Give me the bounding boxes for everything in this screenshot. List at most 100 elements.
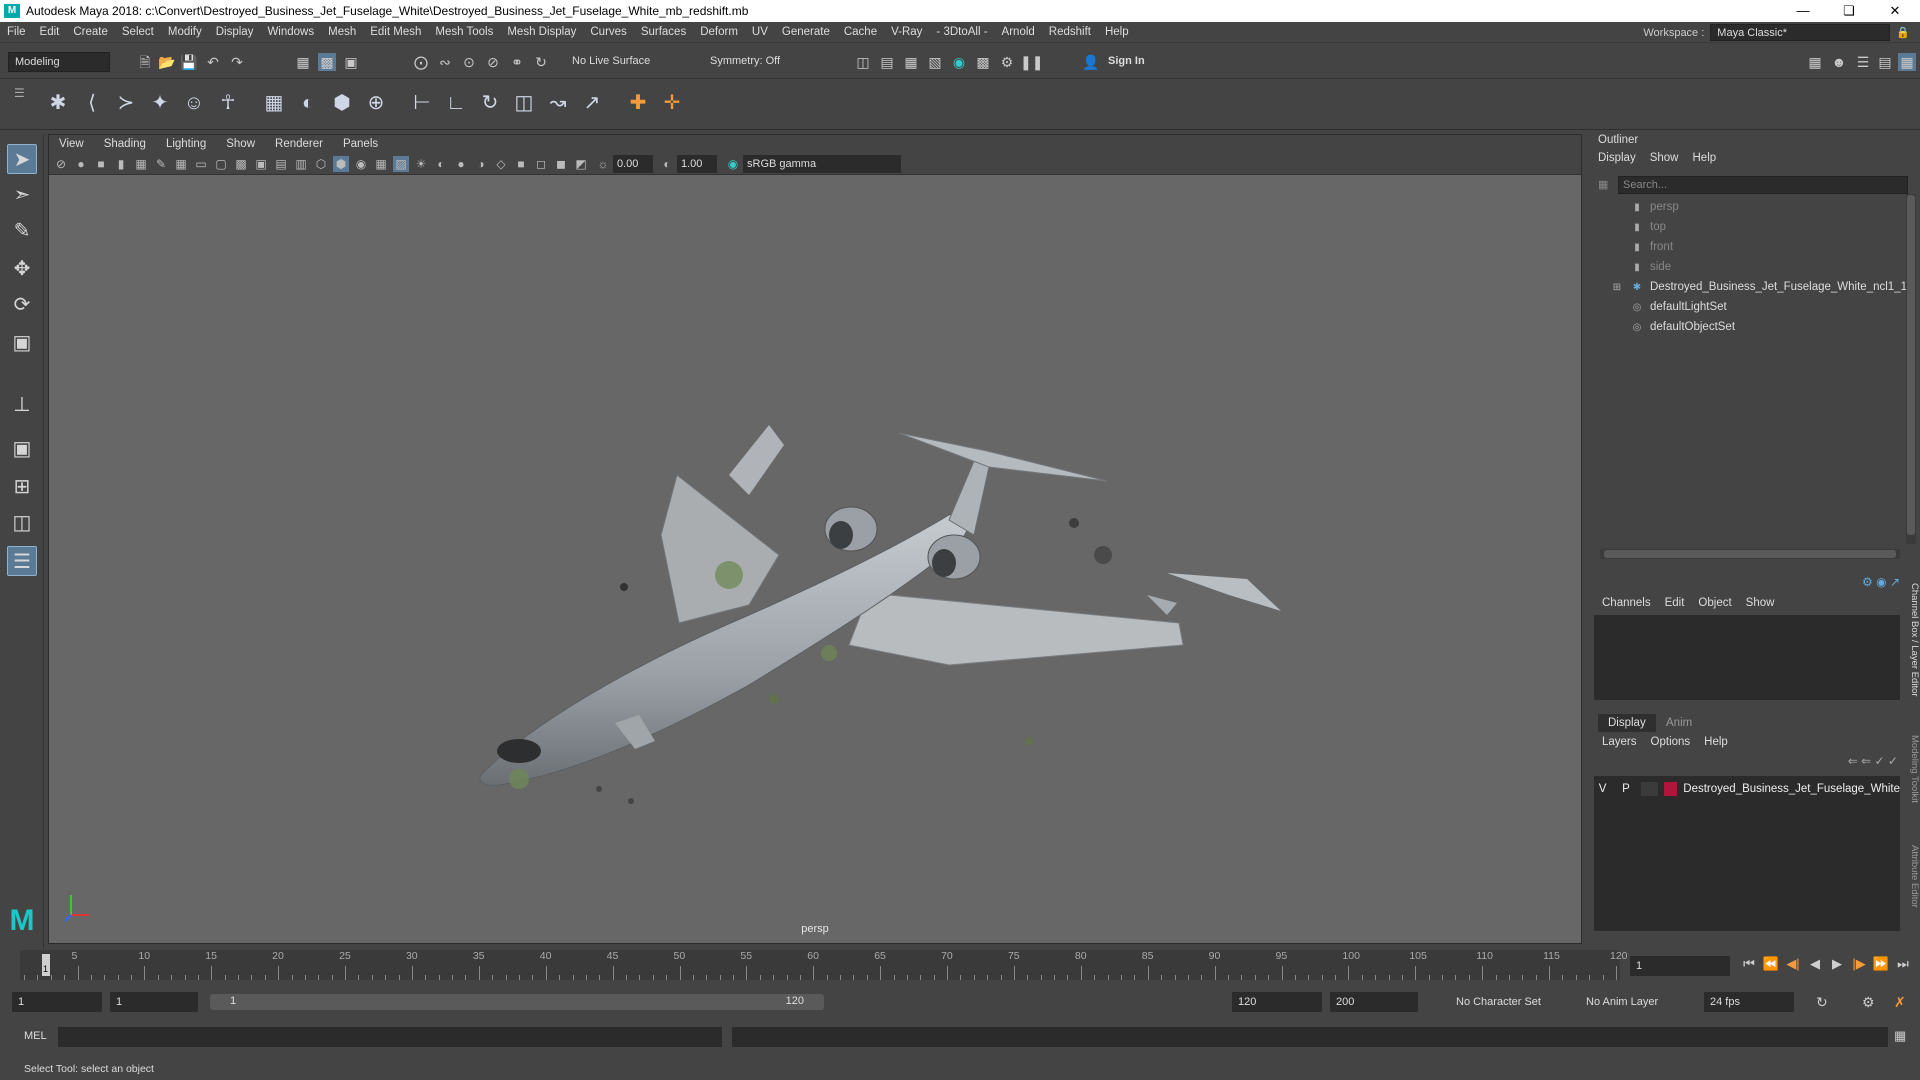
layer-color-swatch[interactable]	[1663, 782, 1678, 796]
modeling-toolkit-icon[interactable]: ▦	[1806, 53, 1824, 71]
new-scene-icon[interactable]: 🗎	[136, 53, 154, 71]
anim-prefs-icon[interactable]: ✗	[1894, 994, 1906, 1011]
exposure-field[interactable]: 0.00	[613, 155, 653, 173]
channelbox-menu-channels[interactable]: Channels	[1602, 597, 1651, 609]
wrap-icon[interactable]: ⬢	[328, 89, 356, 117]
depth-of-field-icon[interactable]: ◇	[493, 156, 509, 172]
cluster-icon[interactable]: ⊕	[362, 89, 390, 117]
attribute-editor-icon[interactable]: ☰	[1854, 53, 1872, 71]
loop-icon[interactable]: ↻	[1816, 994, 1828, 1011]
gate-mask-icon[interactable]: ▩	[233, 156, 249, 172]
constraint-parent-icon[interactable]: ⊢	[408, 89, 436, 117]
menu-redshift[interactable]: Redshift	[1042, 26, 1098, 38]
wireframe-icon[interactable]: ⬡	[313, 156, 329, 172]
menu-arnold[interactable]: Arnold	[995, 26, 1042, 38]
constraint-aim-icon[interactable]: ↝	[544, 89, 572, 117]
live-surface-field[interactable]: No Live Surface	[566, 52, 662, 72]
step-forward-frame-icon[interactable]: |▶	[1850, 955, 1868, 973]
outliner-item-defaultlightset[interactable]: ◎ defaultLightSet	[1630, 298, 1727, 316]
current-frame-marker[interactable]: 1	[42, 954, 50, 976]
menu-file[interactable]: File	[0, 26, 33, 38]
light-editor-icon[interactable]: ⚙	[998, 53, 1016, 71]
workspace-dropdown[interactable]: Maya Classic*	[1710, 24, 1891, 41]
image-plane-icon[interactable]: ▮	[113, 156, 129, 172]
viewport-panel[interactable]: View Shading Lighting Show Renderer Pane…	[48, 134, 1582, 944]
snap-surface-icon[interactable]: ⚭	[508, 53, 526, 71]
rotate-tool-icon[interactable]: ⟳	[7, 290, 37, 320]
menu-curves[interactable]: Curves	[583, 26, 633, 38]
channel-box-icon[interactable]: ▦	[1898, 53, 1916, 71]
four-view-icon[interactable]: ⊞	[7, 472, 37, 502]
play-forward-icon[interactable]: ▶	[1828, 955, 1846, 973]
step-back-key-icon[interactable]: ⏪	[1762, 955, 1780, 973]
play-backward-icon[interactable]: ◀	[1806, 955, 1824, 973]
menu-vray[interactable]: V-Ray	[884, 26, 929, 38]
layer-type-toggle[interactable]	[1640, 782, 1658, 796]
sign-in-button[interactable]: Sign In	[1102, 52, 1198, 72]
vp-menu-lighting[interactable]: Lighting	[156, 138, 216, 150]
2d-pan-icon[interactable]: ▦	[133, 156, 149, 172]
menu-mesh[interactable]: Mesh	[321, 26, 363, 38]
outliner-item-side[interactable]: ▮ side	[1630, 258, 1671, 276]
ipr-render-icon[interactable]: ▦	[902, 53, 920, 71]
symmetry-dropdown[interactable]: Symmetry: Off	[704, 52, 804, 72]
jet-wreck-model[interactable]	[49, 175, 1581, 905]
bind-skin-icon[interactable]: ✦	[146, 89, 174, 117]
ik-handle-icon[interactable]: ⟨	[78, 89, 106, 117]
xray-joints-icon[interactable]: ◩	[573, 156, 589, 172]
vp-menu-view[interactable]: View	[49, 138, 94, 150]
animation-end-field[interactable]: 200	[1330, 992, 1418, 1012]
filter-icon[interactable]: ▦	[1598, 178, 1608, 191]
two-view-icon[interactable]: ◫	[7, 508, 37, 538]
grease-pencil-icon[interactable]: ✎	[153, 156, 169, 172]
menu-cache[interactable]: Cache	[837, 26, 884, 38]
textured-icon[interactable]: ▦	[373, 156, 389, 172]
view-transform-dropdown[interactable]: sRGB gamma	[743, 155, 901, 173]
safe-title-icon[interactable]: ▥	[293, 156, 309, 172]
single-view-icon[interactable]: ▣	[7, 434, 37, 464]
save-scene-icon[interactable]: 💾	[180, 53, 198, 71]
menu-select[interactable]: Select	[115, 26, 161, 38]
render-setup-icon[interactable]: ▩	[974, 53, 992, 71]
channelbox-menu-edit[interactable]: Edit	[1665, 597, 1685, 609]
layer-row[interactable]: V P Destroyed_Business_Jet_Fuselage_Whit…	[1594, 780, 1900, 798]
outliner-vertical-scrollbar[interactable]	[1906, 194, 1916, 544]
lattice-icon[interactable]: ▦	[260, 89, 288, 117]
hypershade-icon[interactable]: ◉	[950, 53, 968, 71]
restore-icon[interactable]: ❏	[1826, 0, 1872, 22]
menu-edit[interactable]: Edit	[33, 26, 67, 38]
outliner-horizontal-scrollbar[interactable]	[1600, 549, 1900, 559]
snap-vertex-icon[interactable]: ↻	[532, 53, 550, 71]
constraint-scale-icon[interactable]: ◫	[510, 89, 538, 117]
menu-mesh-display[interactable]: Mesh Display	[500, 26, 583, 38]
vp-menu-show[interactable]: Show	[216, 138, 265, 150]
use-lights-icon[interactable]: ▨	[393, 156, 409, 172]
snap-view-icon[interactable]: ⊘	[484, 53, 502, 71]
character-set-dropdown[interactable]: No Character Set	[1450, 992, 1560, 1012]
outliner-menu-help[interactable]: Help	[1693, 152, 1717, 164]
menu-help[interactable]: Help	[1098, 26, 1136, 38]
constraint-orient-icon[interactable]: ↻	[476, 89, 504, 117]
move-tool-icon[interactable]: ✥	[7, 254, 37, 284]
vp-menu-renderer[interactable]: Renderer	[265, 138, 333, 150]
constraint-point-icon[interactable]: ∟	[442, 89, 470, 117]
outliner-item-defaultobjectset[interactable]: ◎ defaultObjectSet	[1630, 318, 1735, 336]
auto-key-icon[interactable]: ⚙	[1862, 994, 1875, 1011]
select-component-icon[interactable]: ▣	[342, 53, 360, 71]
last-tool-icon[interactable]: ⊥	[7, 390, 37, 420]
tab-display[interactable]: Display	[1598, 714, 1656, 732]
layers-menu-options[interactable]: Options	[1651, 736, 1691, 748]
select-object-icon[interactable]: ▩	[318, 53, 336, 71]
camera-select-icon[interactable]: ⊘	[53, 156, 69, 172]
snap-grid-icon[interactable]: ⨀	[412, 53, 430, 71]
side-tab-modeling-toolkit[interactable]: Modeling Toolkit	[1906, 735, 1920, 803]
pause-icon[interactable]: ❚❚	[1020, 53, 1043, 71]
step-forward-key-icon[interactable]: ⏩	[1872, 955, 1890, 973]
skeleton-icon[interactable]: ☥	[214, 89, 242, 117]
resolution-gate-icon[interactable]: ▢	[213, 156, 229, 172]
playback-start-field[interactable]: 1	[110, 992, 198, 1012]
paint-select-icon[interactable]: ✎	[7, 216, 37, 246]
redo-icon[interactable]: ↷	[228, 53, 246, 71]
character-controls-icon[interactable]: ☻	[1830, 53, 1848, 71]
outliner-menu-show[interactable]: Show	[1650, 152, 1679, 164]
